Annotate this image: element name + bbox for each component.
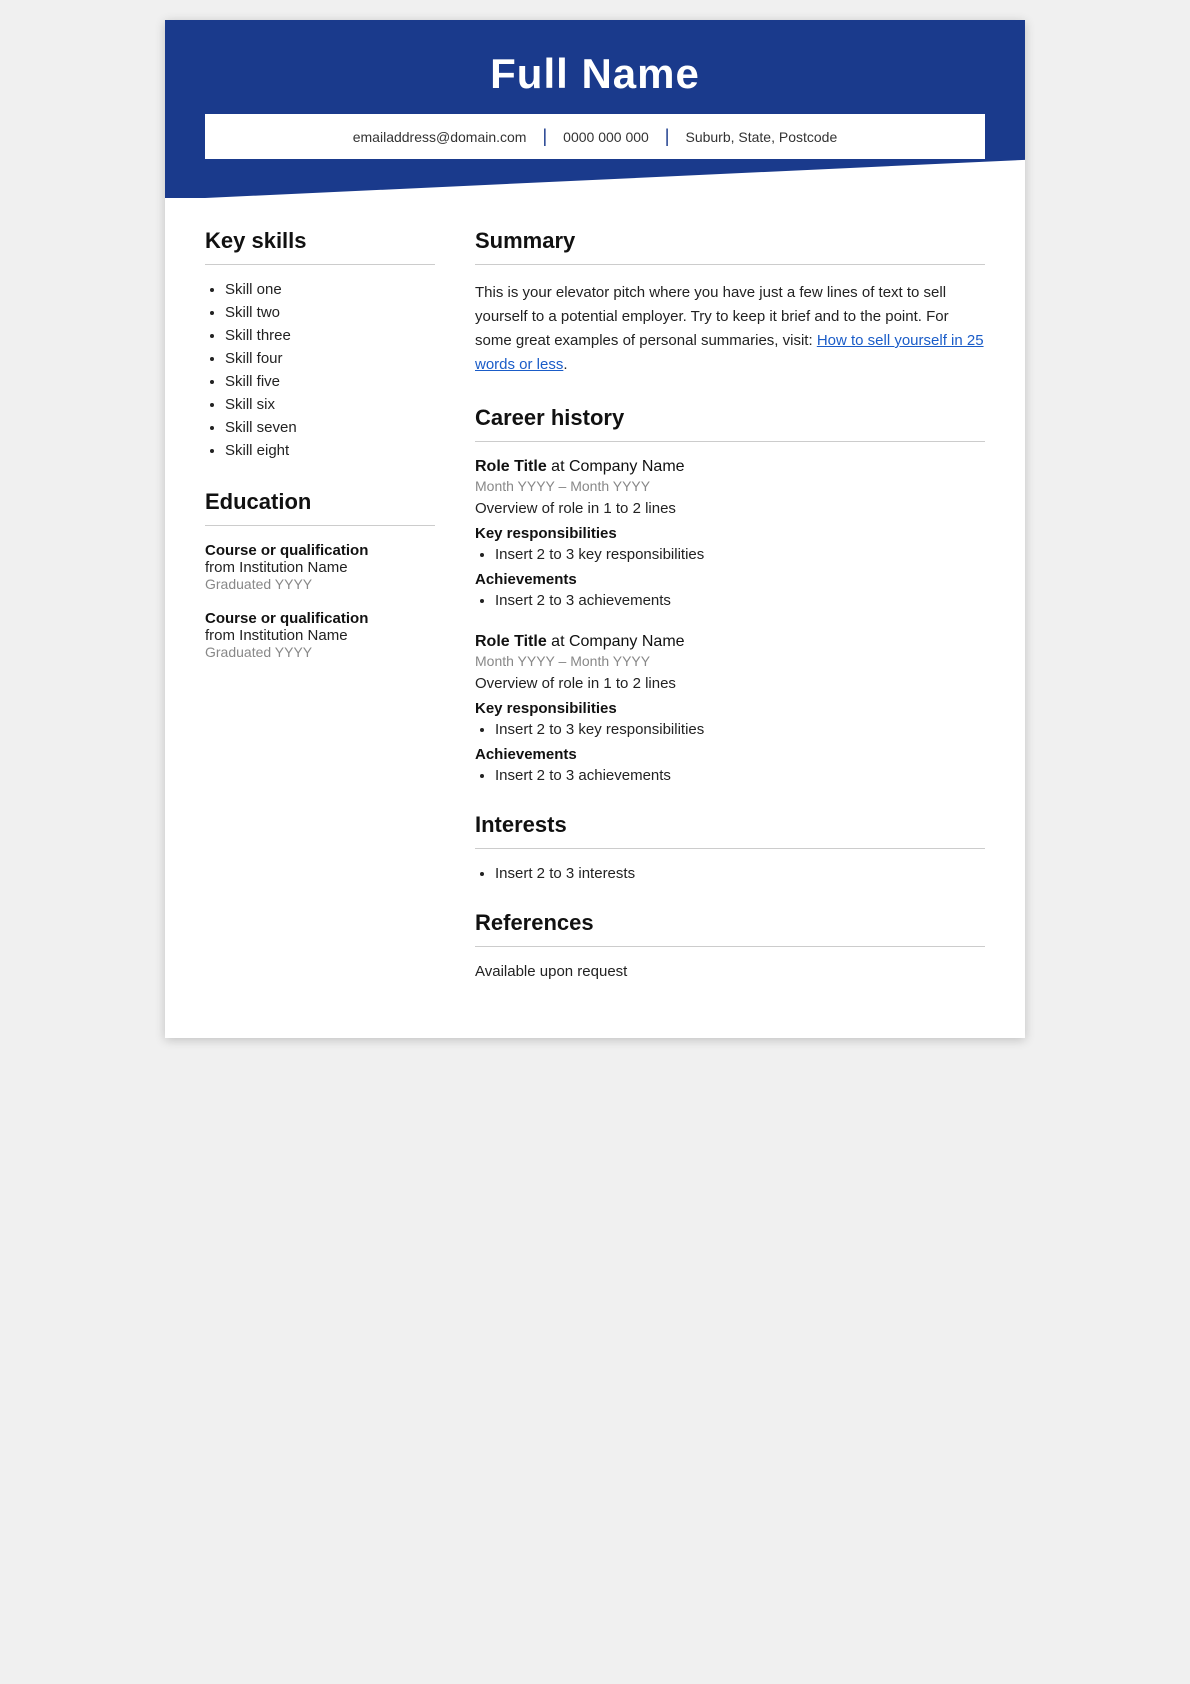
education-divider (205, 525, 435, 526)
list-item: Insert 2 to 3 key responsibilities (495, 721, 985, 738)
interests-divider (475, 848, 985, 849)
skills-divider (205, 264, 435, 265)
edu-year-2: Graduated YYYY (205, 644, 435, 660)
role-overview-1: Overview of role in 1 to 2 lines (475, 500, 985, 517)
achievements-list-1: Insert 2 to 3 achievements (475, 592, 985, 609)
list-item: Skill one (225, 281, 435, 298)
interests-section: Interests Insert 2 to 3 interests (475, 812, 985, 882)
references-section: References Available upon request (475, 910, 985, 980)
skills-section: Key skills Skill one Skill two Skill thr… (205, 228, 435, 459)
career-divider (475, 441, 985, 442)
left-column: Key skills Skill one Skill two Skill thr… (205, 228, 435, 1008)
sep2: | (665, 126, 670, 147)
role-line-1: Role Title at Company Name (475, 458, 985, 476)
job-entry-1: Role Title at Company Name Month YYYY – … (475, 458, 985, 609)
email: emailaddress@domain.com (353, 129, 527, 145)
responsibilities-list-1: Insert 2 to 3 key responsibilities (475, 546, 985, 563)
responsibilities-heading-2: Key responsibilities (475, 700, 985, 717)
summary-period: . (563, 356, 567, 373)
list-item: Skill three (225, 327, 435, 344)
summary-title: Summary (475, 228, 985, 254)
references-title: References (475, 910, 985, 936)
header: Full Name emailaddress@domain.com | 0000… (165, 20, 1025, 198)
edu-year-1: Graduated YYYY (205, 576, 435, 592)
career-title: Career history (475, 405, 985, 431)
edu-institution-1: from Institution Name (205, 559, 435, 576)
location: Suburb, State, Postcode (685, 129, 837, 145)
role-rest-2: at Company Name (547, 633, 685, 650)
role-overview-2: Overview of role in 1 to 2 lines (475, 675, 985, 692)
education-title: Education (205, 489, 435, 515)
responsibilities-list-2: Insert 2 to 3 key responsibilities (475, 721, 985, 738)
main-content: Key skills Skill one Skill two Skill thr… (165, 198, 1025, 1038)
career-section: Career history Role Title at Company Nam… (475, 405, 985, 784)
references-text: Available upon request (475, 963, 985, 980)
interests-list: Insert 2 to 3 interests (475, 865, 985, 882)
job-entry-2: Role Title at Company Name Month YYYY – … (475, 633, 985, 784)
edu-entry-1: Course or qualification from Institution… (205, 542, 435, 592)
list-item: Insert 2 to 3 achievements (495, 592, 985, 609)
summary-section: Summary This is your elevator pitch wher… (475, 228, 985, 377)
role-bold-2: Role Title (475, 633, 547, 650)
role-rest-1: at Company Name (547, 458, 685, 475)
role-dates-2: Month YYYY – Month YYYY (475, 653, 985, 669)
references-divider (475, 946, 985, 947)
list-item: Insert 2 to 3 key responsibilities (495, 546, 985, 563)
summary-text: This is your elevator pitch where you ha… (475, 281, 985, 377)
achievements-list-2: Insert 2 to 3 achievements (475, 767, 985, 784)
edu-course-2: Course or qualification (205, 610, 435, 627)
full-name: Full Name (205, 50, 985, 98)
list-item: Skill six (225, 396, 435, 413)
achievements-heading-1: Achievements (475, 571, 985, 588)
edu-institution-2: from Institution Name (205, 627, 435, 644)
list-item: Skill eight (225, 442, 435, 459)
right-column: Summary This is your elevator pitch wher… (475, 228, 985, 1008)
interests-title: Interests (475, 812, 985, 838)
summary-divider (475, 264, 985, 265)
edu-entry-2: Course or qualification from Institution… (205, 610, 435, 660)
list-item: Insert 2 to 3 interests (495, 865, 985, 882)
achievements-heading-2: Achievements (475, 746, 985, 763)
list-item: Skill four (225, 350, 435, 367)
list-item: Skill two (225, 304, 435, 321)
resume-page: Full Name emailaddress@domain.com | 0000… (165, 20, 1025, 1038)
header-diagonal (205, 158, 985, 198)
role-dates-1: Month YYYY – Month YYYY (475, 478, 985, 494)
role-line-2: Role Title at Company Name (475, 633, 985, 651)
list-item: Skill five (225, 373, 435, 390)
skills-title: Key skills (205, 228, 435, 254)
phone: 0000 000 000 (563, 129, 649, 145)
contact-bar: emailaddress@domain.com | 0000 000 000 |… (205, 114, 985, 159)
skills-list: Skill one Skill two Skill three Skill fo… (205, 281, 435, 459)
list-item: Skill seven (225, 419, 435, 436)
education-section: Education Course or qualification from I… (205, 489, 435, 660)
sep1: | (542, 126, 547, 147)
list-item: Insert 2 to 3 achievements (495, 767, 985, 784)
role-bold-1: Role Title (475, 458, 547, 475)
responsibilities-heading-1: Key responsibilities (475, 525, 985, 542)
edu-course-1: Course or qualification (205, 542, 435, 559)
